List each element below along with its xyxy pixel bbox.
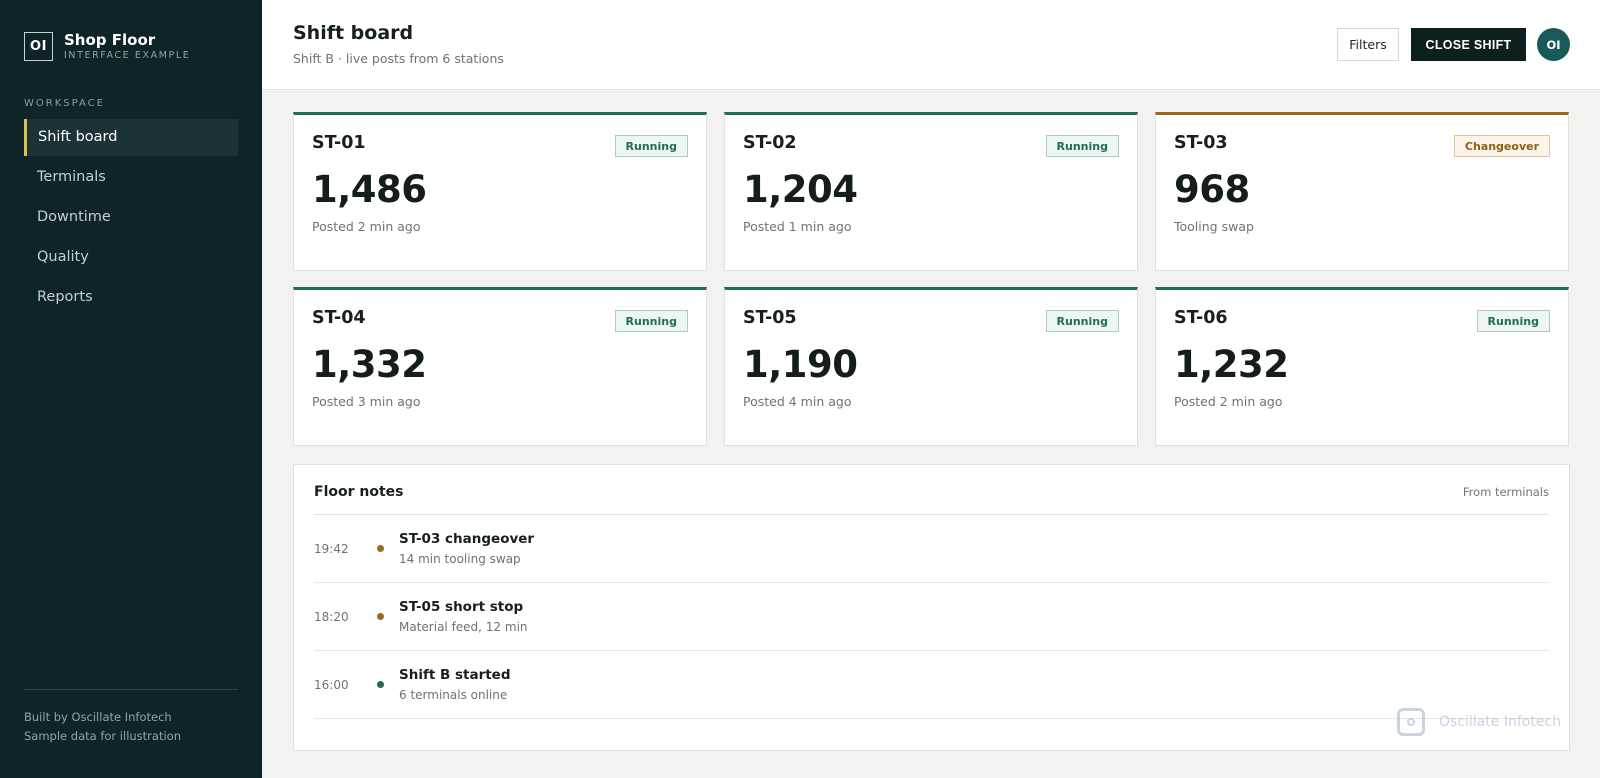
avatar[interactable]: OI: [1537, 28, 1570, 61]
brand-logo: OI: [24, 31, 53, 61]
station-count: 1,190: [743, 343, 858, 386]
station-card-st-05[interactable]: ST-05 Running 1,190 Posted 4 min ago: [724, 287, 1138, 446]
status-dot-icon: [377, 545, 384, 552]
station-count: 968: [1174, 168, 1250, 211]
station-note: Posted 1 min ago: [743, 219, 852, 234]
sidebar-footer: Built by Oscillate Infotech Sample data …: [24, 689, 238, 746]
station-card-st-02[interactable]: ST-02 Running 1,204 Posted 1 min ago: [724, 112, 1138, 271]
note-detail: Material feed, 12 min: [399, 620, 528, 634]
floor-notes-panel: Floor notes From terminals 19:42 ST-03 c…: [293, 464, 1570, 751]
watermark: Oscillate Infotech: [1397, 708, 1561, 736]
note-detail: 6 terminals online: [399, 688, 508, 702]
sidebar-item-quality[interactable]: Quality: [24, 239, 238, 276]
note-title: Shift B started: [399, 667, 511, 683]
brand-text: Shop Floor INTERFACE EXAMPLE: [64, 31, 190, 61]
note-body: ST-05 short stop Material feed, 12 min: [399, 599, 528, 634]
note-body: ST-03 changeover 14 min tooling swap: [399, 531, 534, 566]
footer-credit: Built by Oscillate Infotech: [24, 710, 172, 724]
floor-notes-header: Floor notes From terminals: [314, 465, 1549, 515]
station-count: 1,232: [1174, 343, 1289, 386]
main-content: Shift board Shift B · live posts from 6 …: [262, 0, 1600, 778]
station-count: 1,332: [312, 343, 427, 386]
sidebar-item-downtime[interactable]: Downtime: [24, 199, 238, 236]
station-grid: ST-01 Running 1,486 Posted 2 min ago ST-…: [293, 112, 1570, 446]
note-title: ST-03 changeover: [399, 531, 535, 547]
status-badge: Running: [1045, 310, 1119, 332]
brand: OI Shop Floor INTERFACE EXAMPLE: [24, 31, 238, 61]
brand-subtitle: INTERFACE EXAMPLE: [64, 50, 191, 61]
station-card-st-03[interactable]: ST-03 Changeover 968 Tooling swap: [1155, 112, 1569, 271]
top-actions: Filters CLOSE SHIFT OI: [1337, 28, 1570, 61]
station-note: Posted 4 min ago: [743, 394, 852, 409]
topbar: Shift board Shift B · live posts from 6 …: [262, 0, 1600, 90]
note-time: 16:00: [314, 677, 349, 692]
sidebar: OI Shop Floor INTERFACE EXAMPLE WORKSPAC…: [0, 0, 262, 778]
sidebar-nav: Shift board Terminals Downtime Quality R…: [24, 119, 238, 316]
list-item[interactable]: 19:42 ST-03 changeover 14 min tooling sw…: [314, 515, 1549, 583]
station-card-st-01[interactable]: ST-01 Running 1,486 Posted 2 min ago: [293, 112, 707, 271]
station-count: 1,204: [743, 168, 858, 211]
watermark-text: Oscillate Infotech: [1439, 714, 1561, 730]
brand-name: Shop Floor: [64, 31, 156, 49]
station-card-st-04[interactable]: ST-04 Running 1,332 Posted 3 min ago: [293, 287, 707, 446]
status-badge: Running: [1476, 310, 1550, 332]
floor-notes-title: Floor notes: [314, 483, 404, 500]
station-note: Posted 3 min ago: [312, 394, 421, 409]
station-count: 1,486: [312, 168, 427, 211]
status-badge: Running: [614, 310, 688, 332]
sidebar-item-terminals[interactable]: Terminals: [24, 159, 238, 196]
note-time: 19:42: [314, 541, 349, 556]
status-badge: Running: [1045, 135, 1119, 157]
station-note: Posted 2 min ago: [312, 219, 421, 234]
sidebar-item-shift-board[interactable]: Shift board: [24, 119, 238, 156]
status-badge: Running: [614, 135, 688, 157]
close-shift-button[interactable]: CLOSE SHIFT: [1411, 28, 1526, 61]
floor-notes-source: From terminals: [1462, 484, 1549, 499]
station-note: Tooling swap: [1174, 219, 1254, 234]
sidebar-item-reports[interactable]: Reports: [24, 279, 238, 316]
note-body: Shift B started 6 terminals online: [399, 667, 511, 702]
list-item[interactable]: 18:20 ST-05 short stop Material feed, 12…: [314, 583, 1549, 651]
status-dot-icon: [377, 681, 384, 688]
status-badge: Changeover: [1453, 135, 1550, 157]
watermark-logo-icon: [1397, 708, 1426, 736]
note-time: 18:20: [314, 609, 349, 624]
sidebar-section-label: WORKSPACE: [24, 98, 105, 109]
footer-disclaimer: Sample data for illustration: [24, 729, 181, 743]
station-card-st-06[interactable]: ST-06 Running 1,232 Posted 2 min ago: [1155, 287, 1569, 446]
list-item[interactable]: 16:00 Shift B started 6 terminals online: [314, 651, 1549, 719]
note-title: ST-05 short stop: [399, 599, 524, 615]
station-note: Posted 2 min ago: [1174, 394, 1283, 409]
filters-button[interactable]: Filters: [1337, 28, 1399, 61]
status-dot-icon: [377, 613, 384, 620]
note-detail: 14 min tooling swap: [399, 552, 521, 566]
